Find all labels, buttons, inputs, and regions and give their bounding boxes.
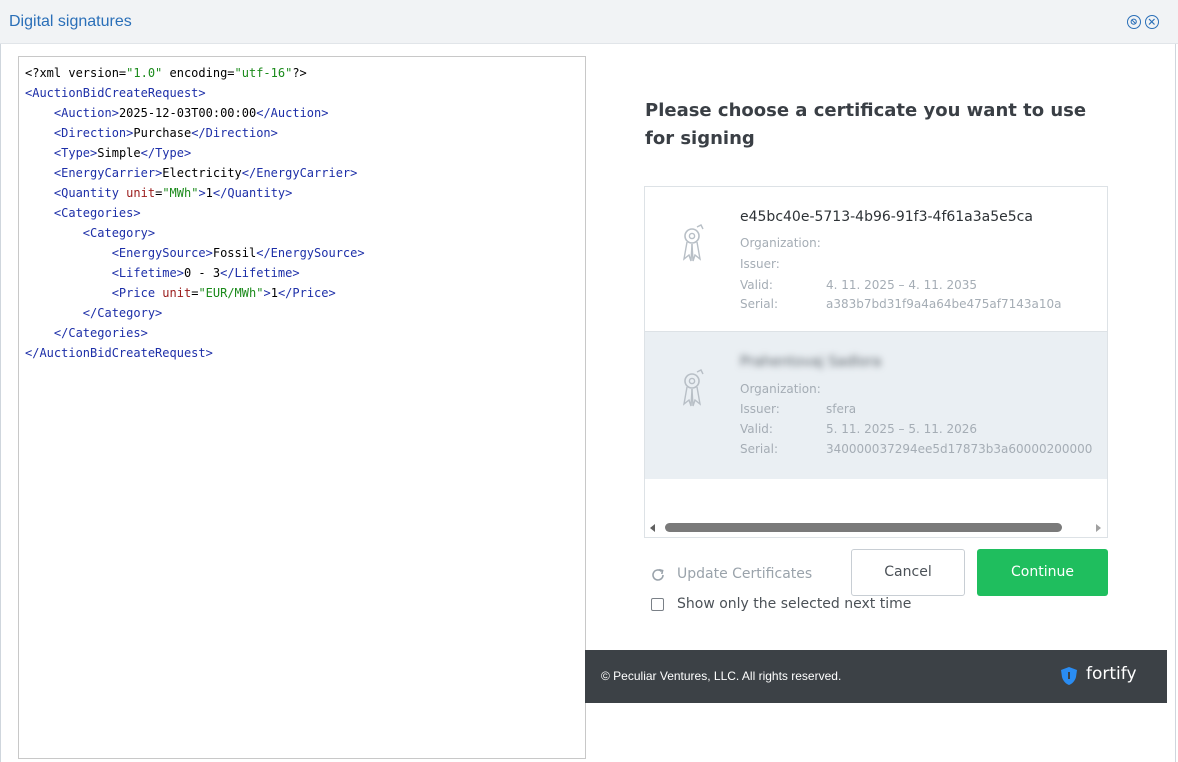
show-selected-checkbox[interactable] (651, 598, 664, 611)
certificate-item-selected[interactable]: Prahentovaj Sadlora Organization: Issuer… (645, 332, 1107, 479)
xml-line: <EnergySource>Fossil</EnergySource> (111, 246, 365, 260)
continue-button[interactable]: Continue (977, 549, 1108, 596)
xml-line: <EnergyCarrier>Electricity</EnergyCarrie… (53, 166, 358, 180)
scroll-left-icon[interactable] (650, 524, 655, 532)
copyright-text: © Peculiar Ventures, LLC. All rights res… (601, 669, 842, 683)
shield-icon (1061, 667, 1077, 685)
organization-label: Organization: (740, 236, 821, 250)
serial-value: 340000037294ee5d17873b3a60000200000 (826, 442, 1093, 456)
certificate-name-redacted: Prahentovaj Sadlora (740, 354, 882, 370)
xml-line: <Type>Simple</Type> (53, 146, 192, 160)
window-title: Digital signatures (9, 13, 132, 30)
update-certificates-label: Update Certificates (677, 566, 813, 582)
refresh-icon (652, 568, 664, 581)
scrollbar-thumb[interactable] (665, 523, 1062, 532)
dialog-heading: Please choose a certificate you want to … (645, 100, 1087, 149)
xml-line: <Lifetime>0 - 3</Lifetime> (111, 266, 300, 280)
footer-bar: © Peculiar Ventures, LLC. All rights res… (585, 650, 1167, 703)
valid-value: 4. 11. 2025 – 4. 11. 2035 (826, 278, 978, 292)
xml-document-preview[interactable]: <?xml version="1.0" encoding="utf-16"?> … (18, 56, 586, 759)
certificate-icon (682, 224, 704, 262)
xml-content: <?xml version="1.0" encoding="utf-16"?> … (19, 57, 585, 363)
certificate-icon (682, 369, 704, 407)
issuer-value: sfera (826, 402, 857, 416)
serial-label: Serial: (740, 442, 778, 456)
xml-line: <Auction>2025-12-03T00:00:00</Auction> (53, 106, 329, 120)
scroll-right-icon[interactable] (1096, 524, 1101, 532)
xml-line: <Quantity unit="MWh">1</Quantity> (53, 186, 293, 200)
xml-line: <Price unit="EUR/MWh">1</Price> (111, 286, 336, 300)
serial-value: a383b7bd31f9a4a64be475af7143a10a (826, 297, 1062, 311)
xml-line: </Categories> (53, 326, 148, 340)
minimize-icon[interactable] (1127, 15, 1141, 29)
xml-line: <Direction>Purchase</Direction> (53, 126, 278, 140)
brand-name: fortify (1086, 664, 1137, 684)
xml-line: <?xml version="1.0" encoding="utf-16"?> (25, 66, 307, 80)
cancel-button[interactable]: Cancel (851, 549, 965, 596)
xml-line: </Category> (82, 306, 163, 320)
organization-label: Organization: (740, 382, 821, 396)
valid-value: 5. 11. 2025 – 5. 11. 2026 (826, 422, 978, 436)
xml-line: <Category> (82, 226, 156, 240)
show-selected-label: Show only the selected next time (677, 596, 912, 612)
xml-line: </AuctionBidCreateRequest> (25, 346, 213, 360)
valid-label: Valid: (740, 422, 773, 436)
xml-line: <AuctionBidCreateRequest> (25, 86, 206, 100)
issuer-label: Issuer: (740, 402, 780, 416)
close-icon[interactable] (1145, 15, 1159, 29)
certificate-item[interactable]: e45bc40e-5713-4b96-91f3-4f61a3a5e5ca Org… (645, 187, 1107, 332)
xml-line: <Categories> (53, 206, 141, 220)
serial-label: Serial: (740, 297, 778, 311)
title-bar: Digital signatures (0, 0, 1178, 44)
certificate-name: e45bc40e-5713-4b96-91f3-4f61a3a5e5ca (740, 209, 1033, 225)
issuer-label: Issuer: (740, 257, 780, 271)
valid-label: Valid: (740, 278, 773, 292)
horizontal-scrollbar[interactable] (645, 519, 1107, 537)
certificate-list[interactable]: e45bc40e-5713-4b96-91f3-4f61a3a5e5ca Org… (644, 186, 1108, 538)
